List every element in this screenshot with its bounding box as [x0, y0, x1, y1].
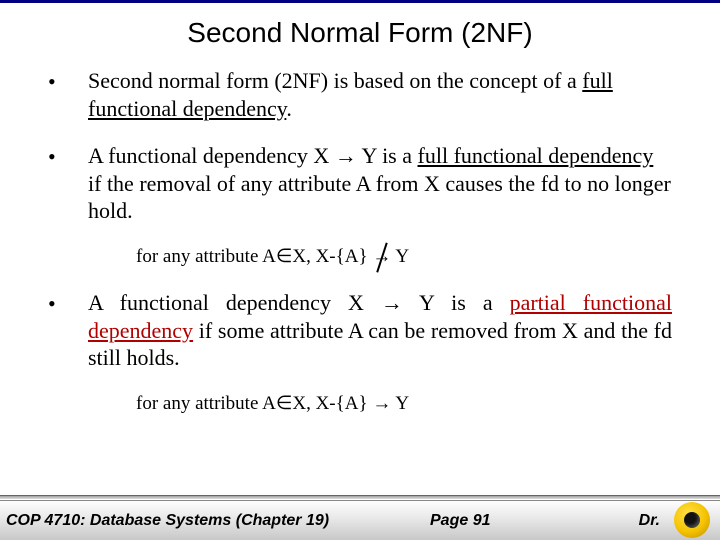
- bullet-item: • Second normal form (2NF) is based on t…: [48, 67, 672, 122]
- slide-body: • Second normal form (2NF) is based on t…: [0, 67, 720, 416]
- footer-page: Page 91: [430, 512, 490, 530]
- bullet-text: A functional dependency X → Y is a full …: [88, 142, 672, 225]
- text-run: .: [286, 96, 292, 121]
- text-run: Second normal form (2NF) is based on the…: [88, 68, 582, 93]
- ucf-logo-icon: [674, 502, 710, 538]
- text-run-underline: full functional dependency: [418, 143, 654, 168]
- bullet-mark: •: [48, 289, 88, 372]
- footer-divider: [0, 495, 720, 499]
- bullet-item: • A functional dependency X → Y is a ful…: [48, 142, 672, 225]
- bullet-item: • A functional dependency X → Y is a par…: [48, 289, 672, 372]
- slide-title: Second Normal Form (2NF): [0, 3, 720, 67]
- footer-course: COP 4710: Database Systems (Chapter 19): [0, 512, 329, 530]
- text-run: Y: [391, 246, 409, 267]
- not-arrow-icon: →: [372, 245, 391, 270]
- bullet-mark: •: [48, 67, 88, 122]
- text-run: for any attribute A∈X, X-{A}: [136, 246, 372, 267]
- bullet-mark: •: [48, 142, 88, 225]
- sub-line: for any attribute A∈X, X-{A} → Y: [136, 392, 672, 417]
- sub-line: for any attribute A∈X, X-{A} → Y: [136, 245, 672, 270]
- bullet-text: A functional dependency X → Y is a parti…: [88, 289, 672, 372]
- text-run: if the removal of any attribute A from X…: [88, 171, 671, 224]
- text-run: A functional dependency X → Y is a: [88, 290, 510, 315]
- bullet-text: Second normal form (2NF) is based on the…: [88, 67, 672, 122]
- footer-author: Dr.: [639, 512, 660, 530]
- slide-footer: COP 4710: Database Systems (Chapter 19) …: [0, 500, 720, 540]
- text-run: A functional dependency X → Y is a: [88, 143, 418, 168]
